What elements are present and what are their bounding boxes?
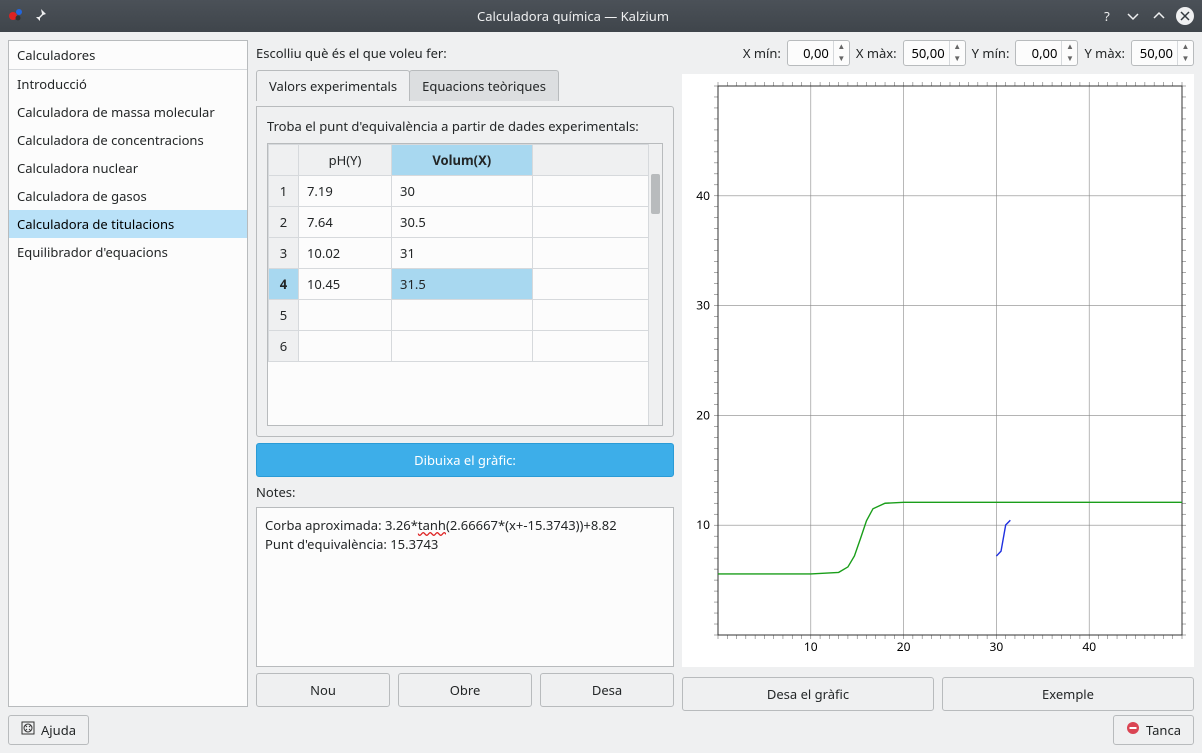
ymax-input[interactable] <box>1132 44 1177 62</box>
up-arrow-icon[interactable]: ▲ <box>950 41 965 53</box>
open-button[interactable]: Obre <box>398 673 532 707</box>
window-title: Calculadora química — Kalzium <box>48 7 1098 25</box>
sidebar-item[interactable]: Calculadora de massa molecular <box>9 98 247 126</box>
svg-text:20: 20 <box>696 406 710 423</box>
help-icon[interactable]: ? <box>1098 7 1116 25</box>
col-vol[interactable]: Volum(X) <box>392 145 532 176</box>
notes-box[interactable]: Corba aproximada: 3.26*tanh(2.66667*(x+-… <box>256 507 674 667</box>
cell-ph[interactable] <box>299 331 392 362</box>
prompt-label: Escolliu què és el que voleu fer: <box>256 44 737 62</box>
notes-label: Notes: <box>256 483 674 501</box>
corner-cell <box>269 145 299 176</box>
tab-experimental[interactable]: Valors experimentals <box>256 70 410 101</box>
tab-page: Troba el punt d'equivalència a partir de… <box>256 106 674 437</box>
minimize-icon[interactable] <box>1124 7 1142 25</box>
data-table-holder: pH(Y) Volum(X) 1 7.19 30 2 7.64 30.5 3 1… <box>267 143 663 426</box>
cell-ph[interactable]: 7.19 <box>299 176 392 207</box>
help-button[interactable]: Ajuda <box>8 715 89 745</box>
svg-text:10: 10 <box>696 516 710 533</box>
xmin-spin[interactable]: ▲▼ <box>787 40 850 66</box>
col-empty <box>532 145 662 176</box>
up-arrow-icon[interactable]: ▲ <box>834 41 849 53</box>
svg-text:40: 40 <box>1082 638 1096 655</box>
row-head[interactable]: 6 <box>269 331 299 362</box>
example-button[interactable]: Exemple <box>942 677 1194 711</box>
ymax-spin[interactable]: ▲▼ <box>1131 40 1194 66</box>
maximize-icon[interactable] <box>1150 7 1168 25</box>
chart: 10 20 30 40 10 20 30 40 <box>682 74 1194 667</box>
tab-theoretical[interactable]: Equacions teòriques <box>409 70 559 101</box>
table-scrollbar[interactable] <box>648 144 662 425</box>
row-head[interactable]: 4 <box>269 269 299 300</box>
ymax-label: Y màx: <box>1084 44 1125 62</box>
xmin-label: X mín: <box>743 44 781 62</box>
svg-text:10: 10 <box>804 638 818 655</box>
close-button[interactable]: Tanca <box>1113 715 1194 745</box>
save-button[interactable]: Desa <box>540 673 674 707</box>
close-dialog-icon <box>1126 721 1140 739</box>
cell-vol[interactable]: 31.5 <box>392 269 532 300</box>
cell-ph[interactable] <box>299 300 392 331</box>
sidebar: Calculadores IntroduccióCalculadora de m… <box>8 40 248 707</box>
sidebar-item[interactable]: Calculadora de concentracions <box>9 126 247 154</box>
cell-vol[interactable] <box>392 300 532 331</box>
tab-intro: Troba el punt d'equivalència a partir de… <box>267 117 663 135</box>
xmax-label: X màx: <box>856 44 897 62</box>
row-head[interactable]: 3 <box>269 238 299 269</box>
cell-vol[interactable] <box>392 331 532 362</box>
sidebar-item[interactable]: Calculadora de titulacions <box>9 210 247 238</box>
ymin-input[interactable] <box>1016 44 1061 62</box>
close-icon[interactable] <box>1176 7 1194 25</box>
row-head[interactable]: 2 <box>269 207 299 238</box>
data-table[interactable]: pH(Y) Volum(X) 1 7.19 30 2 7.64 30.5 3 1… <box>268 144 662 362</box>
titlebar: Calculadora química — Kalzium ? <box>0 0 1202 32</box>
xmin-input[interactable] <box>788 44 833 62</box>
ymin-label: Y mín: <box>972 44 1010 62</box>
cell-ph[interactable]: 10.45 <box>299 269 392 300</box>
row-head[interactable]: 5 <box>269 300 299 331</box>
cell-ph[interactable]: 10.02 <box>299 238 392 269</box>
cell-vol[interactable]: 31 <box>392 238 532 269</box>
svg-text:20: 20 <box>897 638 911 655</box>
sidebar-item[interactable]: Calculadora nuclear <box>9 154 247 182</box>
svg-text:30: 30 <box>990 638 1004 655</box>
svg-text:40: 40 <box>696 187 710 204</box>
down-arrow-icon[interactable]: ▼ <box>950 53 965 65</box>
row-head[interactable]: 1 <box>269 176 299 207</box>
draw-button[interactable]: Dibuixa el gràfic: <box>256 443 674 477</box>
xmax-spin[interactable]: ▲▼ <box>903 40 966 66</box>
col-ph[interactable]: pH(Y) <box>299 145 392 176</box>
cell-vol[interactable]: 30.5 <box>392 207 532 238</box>
tabbar: Valors experimentals Equacions teòriques <box>256 70 674 101</box>
xmax-input[interactable] <box>904 44 949 62</box>
up-arrow-icon[interactable]: ▲ <box>1178 41 1193 53</box>
down-arrow-icon[interactable]: ▼ <box>834 53 849 65</box>
down-arrow-icon[interactable]: ▼ <box>1178 53 1193 65</box>
sidebar-title: Calculadores <box>9 41 247 70</box>
sidebar-item[interactable]: Introducció <box>9 70 247 98</box>
svg-text:30: 30 <box>696 297 710 314</box>
new-button[interactable]: Nou <box>256 673 390 707</box>
cell-ph[interactable]: 7.64 <box>299 207 392 238</box>
up-arrow-icon[interactable]: ▲ <box>1062 41 1077 53</box>
help-icon <box>21 721 35 739</box>
sidebar-item[interactable]: Equilibrador d'equacions <box>9 238 247 266</box>
cell-vol[interactable]: 30 <box>392 176 532 207</box>
sidebar-list: IntroduccióCalculadora de massa molecula… <box>9 70 247 706</box>
pin-icon[interactable] <box>30 7 48 25</box>
app-icon <box>8 6 24 26</box>
sidebar-item[interactable]: Calculadora de gasos <box>9 182 247 210</box>
save-chart-button[interactable]: Desa el gràfic <box>682 677 934 711</box>
down-arrow-icon[interactable]: ▼ <box>1062 53 1077 65</box>
ymin-spin[interactable]: ▲▼ <box>1015 40 1078 66</box>
